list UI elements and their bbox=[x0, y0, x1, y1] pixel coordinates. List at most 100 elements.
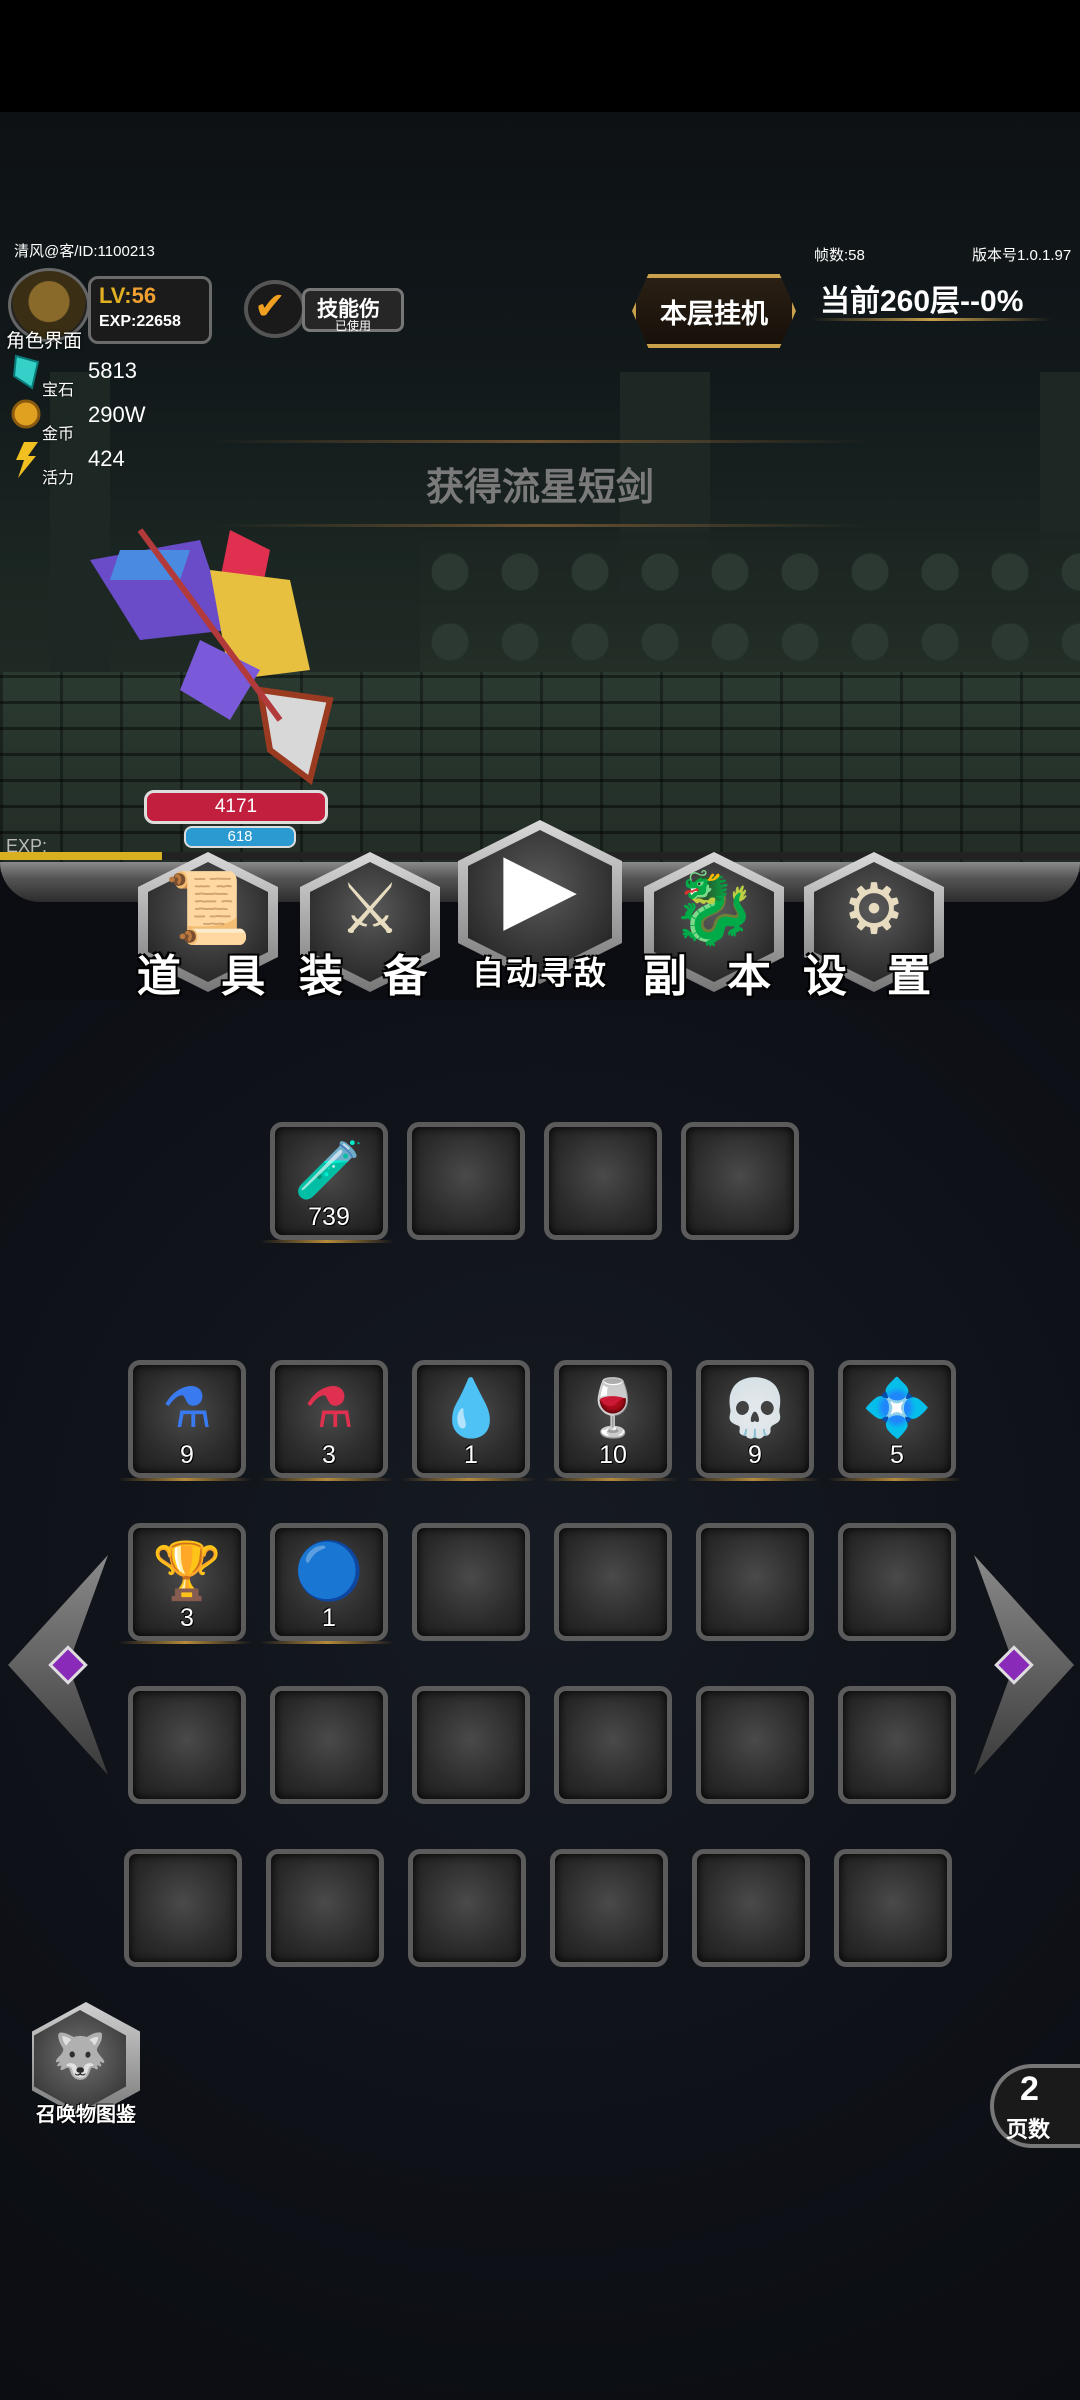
item-count: 1 bbox=[464, 1441, 478, 1469]
empty-inventory-slot[interactable] bbox=[124, 1849, 242, 1967]
water-drop-icon: 💧 bbox=[436, 1376, 506, 1439]
inventory-slot[interactable]: ⚗ 3 bbox=[270, 1360, 388, 1478]
gold-label: 金币 bbox=[42, 426, 75, 443]
empty-inventory-slot[interactable] bbox=[554, 1686, 672, 1804]
red-flask-icon: 🍷 bbox=[578, 1376, 648, 1439]
empty-inventory-slot[interactable] bbox=[128, 1686, 246, 1804]
prev-page-arrow[interactable] bbox=[8, 1555, 108, 1775]
resource-gem: 宝石 5813 bbox=[10, 354, 170, 399]
page-indicator[interactable]: 2 页数 bbox=[990, 2064, 1080, 2148]
slot-underline bbox=[260, 1478, 394, 1481]
loot-banner-text: 获得流星短剑 bbox=[425, 467, 654, 509]
empty-inventory-slot[interactable] bbox=[692, 1849, 810, 1967]
empty-inventory-slot[interactable] bbox=[412, 1523, 530, 1641]
summon-codex-button[interactable]: 🐺 召唤物图鉴 bbox=[26, 2002, 146, 2132]
inventory-slot[interactable]: 🏆 3 bbox=[128, 1523, 246, 1641]
sword-icon: ⚔ bbox=[338, 870, 402, 948]
slot-underline bbox=[118, 1478, 252, 1481]
item-count: 5 bbox=[890, 1441, 904, 1469]
slot-underline bbox=[118, 1641, 252, 1644]
menu-label-dungeon: 副 本 bbox=[642, 952, 786, 1001]
slot-underline bbox=[402, 1478, 536, 1481]
empty-inventory-slot[interactable] bbox=[838, 1523, 956, 1641]
exp-text: EXP:22658 bbox=[99, 313, 181, 330]
item-count: 10 bbox=[599, 1441, 627, 1469]
empty-inventory-slot[interactable] bbox=[408, 1849, 526, 1967]
level-box: LV:56 EXP:22658 bbox=[88, 276, 212, 344]
energy-label: 活力 bbox=[42, 470, 75, 487]
skill-status: 已使用 bbox=[335, 319, 372, 333]
menu-button-items[interactable]: 📜 道 具 bbox=[137, 852, 278, 1001]
level-text: LV:56 bbox=[99, 283, 157, 308]
banner-line bbox=[210, 440, 870, 443]
scroll-icon: 📜 bbox=[164, 869, 252, 947]
blue-orb-ring-icon: 🔵 bbox=[294, 1539, 364, 1602]
play-icon: ▶ bbox=[503, 833, 577, 940]
loot-banner: 获得流星短剑 bbox=[210, 440, 870, 530]
wolf-icon: 🐺 bbox=[52, 2032, 108, 2081]
inventory-slot[interactable]: ⚗ 9 bbox=[128, 1360, 246, 1478]
empty-inventory-slot[interactable] bbox=[696, 1686, 814, 1804]
floor-underline bbox=[812, 318, 1052, 321]
version-label: 版本号1.0.1.97 bbox=[972, 247, 1072, 264]
inventory-slot[interactable]: 💀 9 bbox=[696, 1360, 814, 1478]
skull-chest-icon: 💀 bbox=[720, 1376, 790, 1439]
item-count: 1 bbox=[322, 1604, 336, 1632]
resource-gold: 金币 290W bbox=[10, 398, 170, 443]
role-screen-label[interactable]: 角色界面 bbox=[6, 326, 82, 353]
hp-bar: 4171 bbox=[144, 790, 328, 824]
menu-label-items: 道 具 bbox=[136, 952, 280, 1001]
summon-codex-label: 召唤物图鉴 bbox=[36, 2104, 136, 2126]
empty-inventory-slot[interactable] bbox=[838, 1686, 956, 1804]
skill-tag[interactable]: 技能伤 已使用 bbox=[302, 288, 404, 333]
gem-icon bbox=[12, 354, 40, 390]
empty-inventory-slot[interactable] bbox=[696, 1523, 814, 1641]
menu-button-dungeon[interactable]: 🐉 副 本 bbox=[643, 852, 784, 1001]
inventory-slot[interactable]: 🧪 739 bbox=[270, 1122, 388, 1240]
afk-floor-button[interactable]: 本层挂机 bbox=[632, 274, 796, 348]
checkmark-icon[interactable]: ✔ bbox=[244, 280, 306, 338]
empty-inventory-slot[interactable] bbox=[834, 1849, 952, 1967]
gold-value: 290W bbox=[88, 402, 146, 427]
slot-underline bbox=[828, 1478, 962, 1481]
page-number: 2 bbox=[1020, 2070, 1039, 2108]
mp-bar: 618 bbox=[184, 826, 296, 848]
skill-damage-toggle[interactable]: ✔ 技能伤 已使用 bbox=[244, 278, 406, 340]
inventory-slot[interactable]: 💧 1 bbox=[412, 1360, 530, 1478]
empty-inventory-slot[interactable] bbox=[544, 1122, 662, 1240]
empty-inventory-slot[interactable] bbox=[266, 1849, 384, 1967]
inventory-slot[interactable]: 🍷 10 bbox=[554, 1360, 672, 1478]
inventory-slot[interactable]: 🔵 1 bbox=[270, 1523, 388, 1641]
inventory-slot[interactable]: 💠 5 bbox=[838, 1360, 956, 1478]
empty-inventory-slot[interactable] bbox=[681, 1122, 799, 1240]
menu-label-equipment: 装 备 bbox=[298, 952, 442, 1001]
item-count: 9 bbox=[748, 1441, 762, 1469]
empty-inventory-slot[interactable] bbox=[270, 1686, 388, 1804]
menu-button-auto-battle[interactable]: ▶ 自动寻敌 bbox=[458, 820, 622, 991]
menu-button-equipment[interactable]: ⚔ 装 备 bbox=[299, 852, 440, 1001]
slot-underline bbox=[260, 1641, 394, 1644]
lightning-icon bbox=[16, 442, 38, 478]
pink-gem-box-icon: 💠 bbox=[862, 1376, 932, 1439]
red-potion-vial-icon: 🧪 bbox=[294, 1138, 364, 1201]
trophy-icon: 🏆 bbox=[152, 1539, 222, 1602]
next-page-arrow[interactable] bbox=[974, 1555, 1074, 1775]
slot-underline bbox=[686, 1478, 820, 1481]
resource-energy: 活力 424 bbox=[10, 442, 170, 487]
skull-pile bbox=[420, 532, 1080, 682]
empty-inventory-slot[interactable] bbox=[554, 1523, 672, 1641]
dragon-icon: 🐉 bbox=[670, 869, 758, 947]
floor-progress: 当前260层--0% bbox=[820, 285, 1024, 318]
item-count: 3 bbox=[322, 1441, 336, 1469]
menu-button-settings[interactable]: ⚙ 设 置 bbox=[803, 852, 944, 1001]
status-bar bbox=[0, 0, 1080, 112]
energy-value: 424 bbox=[88, 446, 125, 471]
empty-inventory-slot[interactable] bbox=[550, 1849, 668, 1967]
empty-inventory-slot[interactable] bbox=[407, 1122, 525, 1240]
gold-coin-icon bbox=[11, 399, 41, 429]
fps-counter: 帧数:58 bbox=[814, 247, 865, 264]
gem-label: 宝石 bbox=[42, 382, 75, 399]
menu-label-settings: 设 置 bbox=[802, 952, 946, 1001]
red-potion-icon: ⚗ bbox=[303, 1376, 355, 1439]
empty-inventory-slot[interactable] bbox=[412, 1686, 530, 1804]
